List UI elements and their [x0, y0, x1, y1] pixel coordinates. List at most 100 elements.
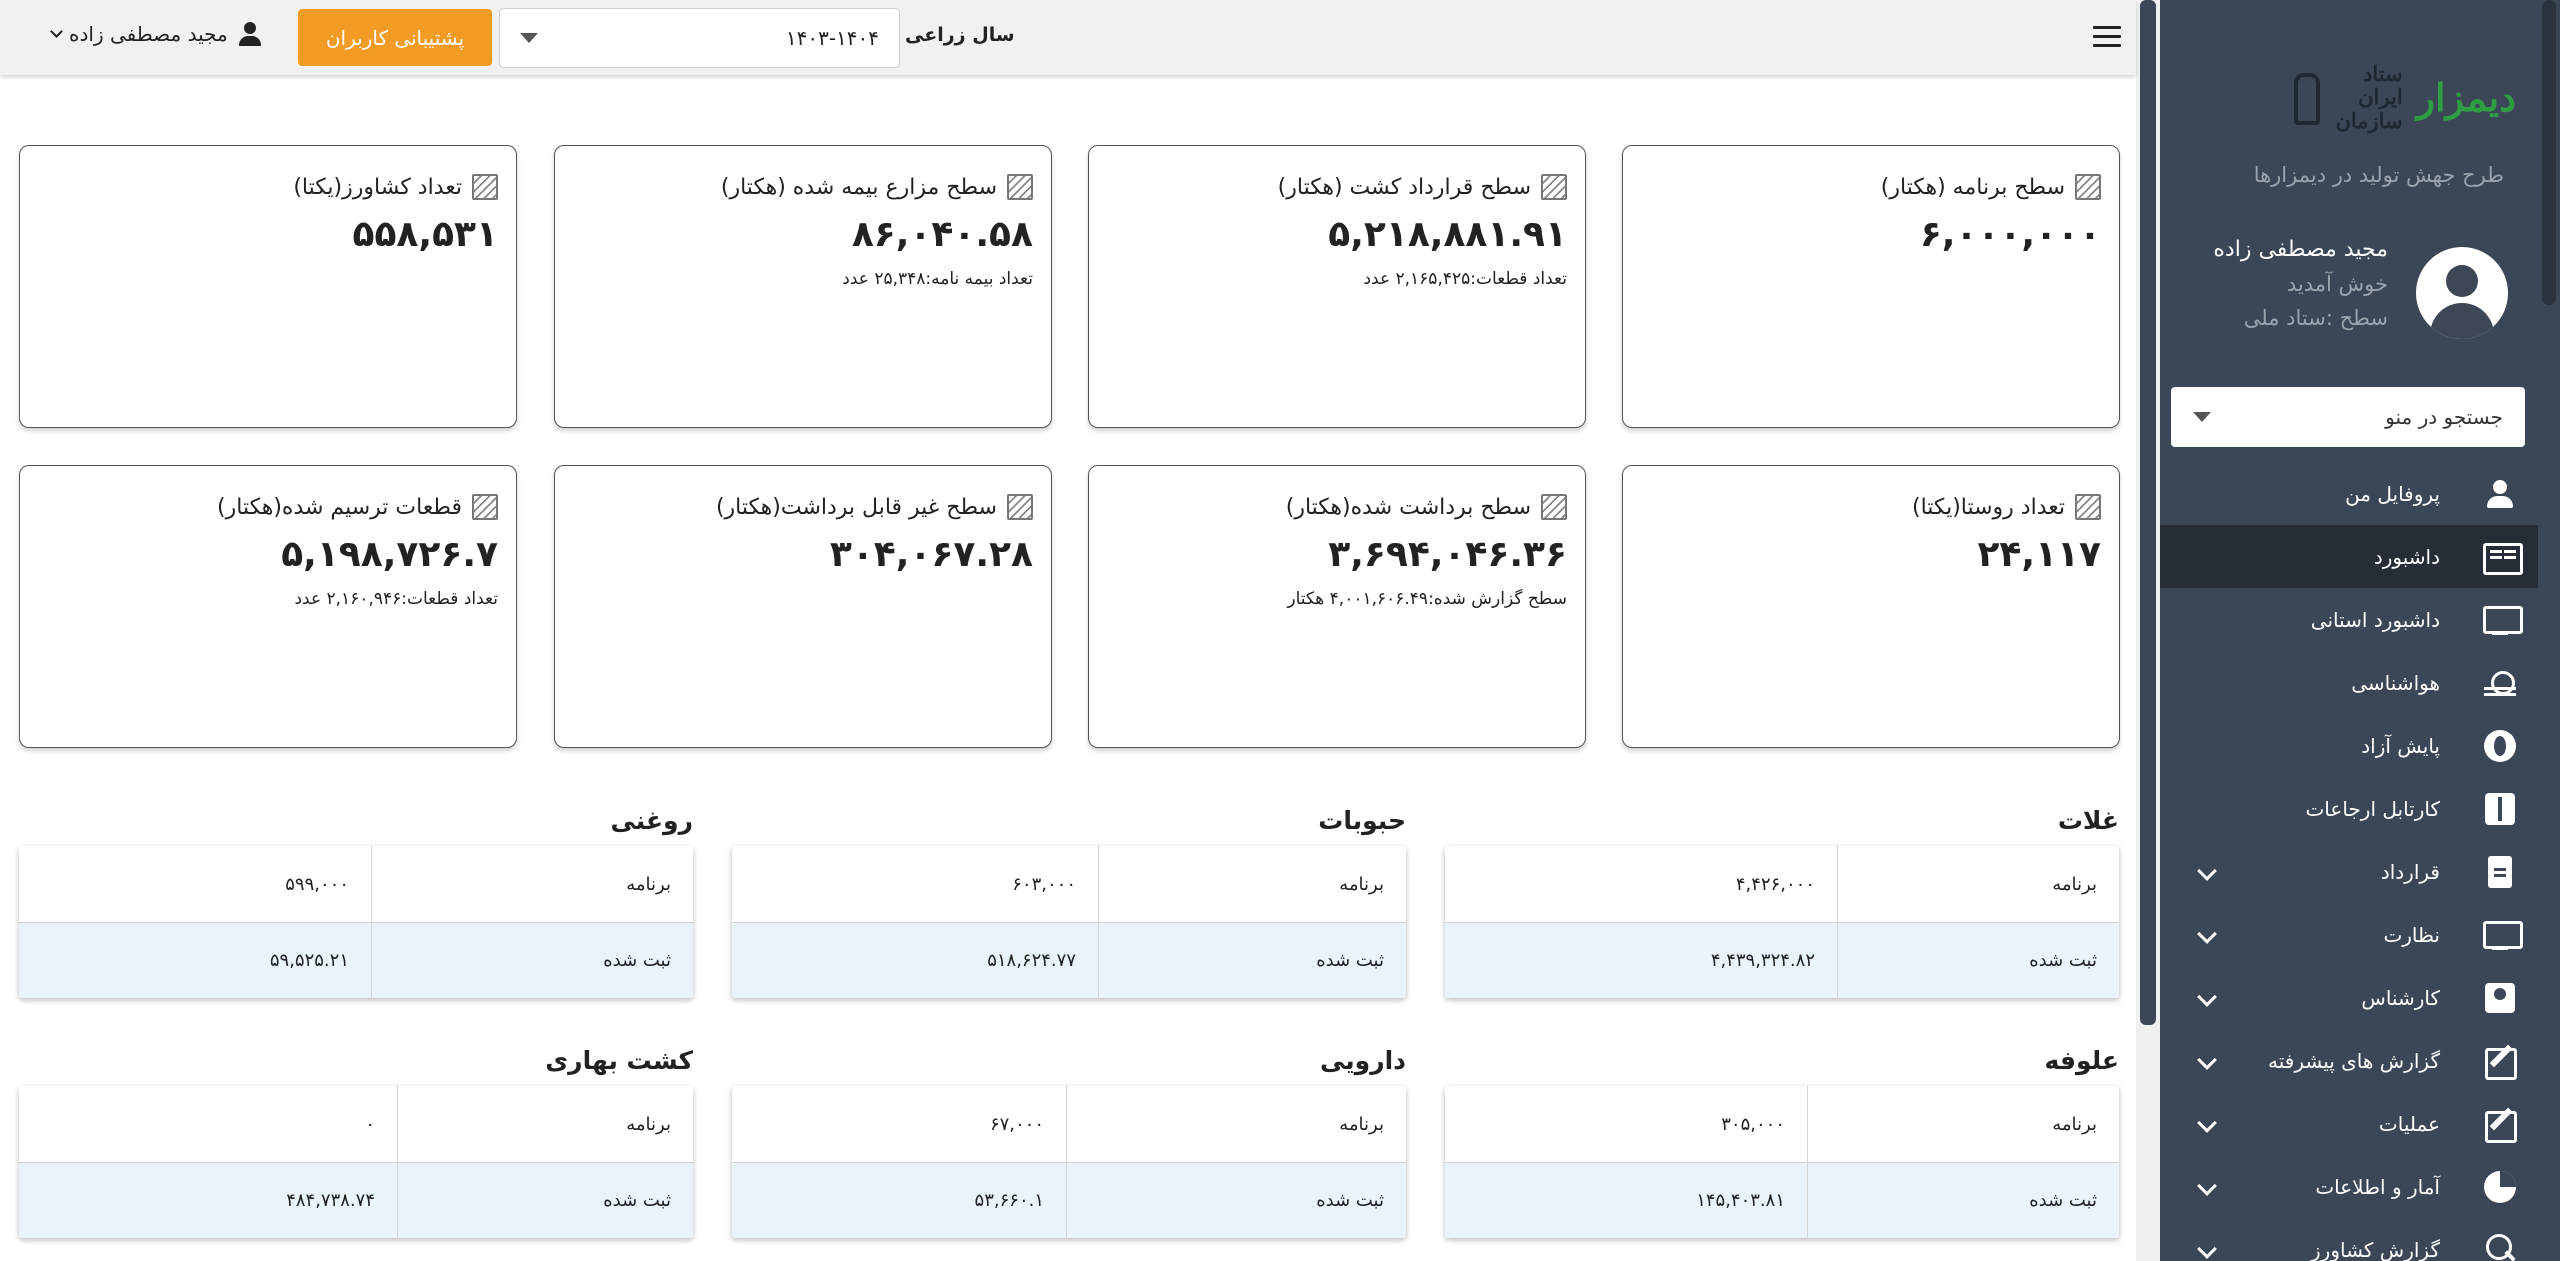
row-value: ۵۱۸,۶۲۴.۷۷: [987, 950, 1076, 971]
card-title: قطعات ترسیم شده(هکتار): [217, 494, 462, 520]
row-value: ۵۹,۵۲۵.۲۱: [269, 950, 349, 971]
card-value: ۳,۶۹۴,۰۴۶.۳۶: [1328, 534, 1567, 575]
row-label: ثبت شده: [1807, 1163, 2119, 1238]
sidebar-item-label: قرارداد: [2380, 859, 2440, 884]
row-value: ۱۴۵,۴۰۳.۸۱: [1696, 1190, 1785, 1211]
row-label: برنامه: [1066, 1086, 1406, 1162]
sidebar-item-contract[interactable]: قرارداد: [2160, 840, 2538, 903]
card-subtext: تعداد بیمه نامه:۲۵,۳۴۸ عدد: [842, 269, 1033, 289]
row-value: ۶۷,۰۰۰: [989, 1113, 1044, 1135]
hatched-square-icon: [1007, 494, 1033, 520]
profile-panel: مجید مصطفی زاده خوش آمدید سطح :ستاد ملی: [2190, 237, 2508, 347]
card-value: ۵,۲۱۸,۸۸۱.۹۱: [1328, 214, 1567, 255]
row-label: ثبت شده: [397, 1163, 693, 1238]
sidebar-item-free-monitoring[interactable]: پایش آزاد: [2160, 714, 2538, 777]
sidebar-item-label: داشبورد: [2373, 544, 2440, 569]
table-row: برنامه ۶۰۳,۰۰۰: [732, 846, 1406, 922]
row-value: ۵۳,۶۶۰.۱: [974, 1190, 1044, 1211]
menu-search-select[interactable]: جستجو در منو: [2171, 387, 2525, 447]
sidebar-item-label: گزارش های پیشرفته: [2268, 1048, 2440, 1073]
app-logo: دیمزار ستاد ایران سازمان: [2286, 62, 2516, 132]
table-row: برنامه ۶۷,۰۰۰: [732, 1086, 1406, 1162]
dashboard-icon: [2482, 539, 2523, 575]
edit-icon: [2482, 1043, 2518, 1080]
row-label: برنامه: [1837, 846, 2119, 922]
row-label: برنامه: [1807, 1086, 2119, 1162]
user-menu[interactable]: مجید مصطفی زاده: [50, 20, 264, 48]
card-value: ۵۵۸,۵۳۱: [352, 214, 498, 255]
sidebar-item-dashboard[interactable]: داشبورد: [2160, 525, 2538, 588]
hamburger-menu-icon[interactable]: [2093, 26, 2121, 48]
category-title-forage: علوفه: [2044, 1046, 2120, 1075]
row-value: ۵۹۹,۰۰۰: [285, 873, 349, 895]
person-icon: [2482, 476, 2518, 512]
main-scrollbar-thumb[interactable]: [2140, 0, 2156, 1025]
row-value: ۴,۴۳۹,۳۲۴.۸۲: [1710, 950, 1815, 971]
user-name: مجید مصطفی زاده: [69, 22, 228, 46]
sidebar-item-advanced-reports[interactable]: گزارش های پیشرفته: [2160, 1029, 2538, 1092]
hatched-square-icon: [1541, 494, 1567, 520]
card-value: ۲۴,۱۱۷: [1977, 534, 2101, 575]
row-label: ثبت شده: [1098, 923, 1406, 998]
table-row: ثبت شده ۵۹,۵۲۵.۲۱: [19, 922, 693, 998]
row-value: ۳۰۵,۰۰۰: [1721, 1113, 1785, 1135]
table-row: ثبت شده ۱۴۵,۴۰۳.۸۱: [1445, 1162, 2119, 1238]
stat-card-village-count: تعداد روستا(یکتا) ۲۴,۱۱۷: [1622, 465, 2120, 748]
pie-chart-icon: [2482, 1169, 2518, 1205]
card-value: ۵,۱۹۸,۷۲۶.۷: [281, 534, 498, 575]
category-table-medicinal: برنامه ۶۷,۰۰۰ ثبت شده ۵۳,۶۶۰.۱: [732, 1086, 1406, 1238]
chevron-down-icon: [2197, 1176, 2217, 1196]
category-table-oilseeds: برنامه ۵۹۹,۰۰۰ ثبت شده ۵۹,۵۲۵.۲۱: [19, 846, 693, 998]
search-icon: [2482, 1232, 2518, 1261]
sidebar-item-label: آمار و اطلاعات: [2315, 1174, 2440, 1199]
sidebar-item-weather[interactable]: هواشناسی: [2160, 651, 2538, 714]
card-subtext: تعداد قطعات:۲,۱۶۵,۴۲۵ عدد: [1363, 269, 1567, 289]
sidebar-item-profile[interactable]: پروفایل من: [2160, 462, 2538, 525]
sidebar-item-label: نظارت: [2383, 922, 2440, 947]
sidebar-item-operations[interactable]: عملیات: [2160, 1092, 2538, 1155]
card-title: تعداد روستا(یکتا): [1912, 494, 2065, 520]
chevron-down-icon: [2197, 1050, 2217, 1070]
hatched-square-icon: [1007, 174, 1033, 200]
sidebar-scrollbar[interactable]: [2538, 0, 2560, 1261]
chevron-down-icon: [2197, 924, 2217, 944]
row-label: ثبت شده: [1837, 923, 2119, 998]
sidebar-item-statistics[interactable]: آمار و اطلاعات: [2160, 1155, 2538, 1218]
card-subtext: سطح گزارش شده:۴,۰۰۱,۶۰۶.۴۹ هکتار: [1287, 589, 1567, 609]
hatched-square-icon: [2075, 174, 2101, 200]
user-support-button[interactable]: پشتیبانی کاربران: [298, 9, 492, 66]
chevron-down-icon: [2197, 861, 2217, 881]
crop-year-select[interactable]: ۱۴۰۳-۱۴۰۴: [499, 8, 900, 68]
category-table-cereals: برنامه ۴,۴۲۶,۰۰۰ ثبت شده ۴,۴۳۹,۳۲۴.۸۲: [1445, 846, 2119, 998]
table-row: برنامه ۰: [19, 1086, 693, 1162]
sidebar-menu: پروفایل من داشبورد داشبورد استانی هواشنا…: [2160, 462, 2538, 1261]
category-title-cereals: غلات: [2057, 806, 2119, 835]
sidebar-item-provincial-dashboard[interactable]: داشبورد استانی: [2160, 588, 2538, 651]
document-icon: [2482, 854, 2518, 890]
sidebar-item-referrals[interactable]: کارتابل ارجاعات: [2160, 777, 2538, 840]
sidebar-item-label: هواشناسی: [2351, 670, 2440, 695]
sidebar-item-farmer-report[interactable]: گزارش کشاورز: [2160, 1218, 2538, 1261]
row-value: ۶۰۳,۰۰۰: [1012, 873, 1076, 895]
sidebar-item-supervision[interactable]: نظارت: [2160, 903, 2538, 966]
table-row: برنامه ۴,۴۲۶,۰۰۰: [1445, 846, 2119, 922]
stat-card-unharvestable-area: سطح غیر قابل برداشت(هکتار) ۳۰۴,۰۶۷.۲۸: [554, 465, 1052, 748]
category-title-legumes: حبوبات: [1318, 806, 1406, 835]
row-label: برنامه: [371, 846, 693, 922]
stat-card-harvested-area: سطح برداشت شده(هکتار) ۳,۶۹۴,۰۴۶.۳۶ سطح گ…: [1088, 465, 1586, 748]
table-row: ثبت شده ۵۱۸,۶۲۴.۷۷: [732, 922, 1406, 998]
hatched-square-icon: [472, 174, 498, 200]
card-title: سطح مزارع بیمه شده (هکتار): [720, 174, 997, 200]
category-title-oilseeds: روغنی: [610, 806, 693, 835]
monitor-icon: [2482, 917, 2523, 953]
emblem-icon: [2286, 69, 2321, 125]
chevron-down-icon: [2197, 987, 2217, 1007]
crop-year-value: ۱۴۰۳-۱۴۰۴: [785, 26, 879, 50]
logo-brand: دیمزار: [2416, 74, 2516, 120]
edit-icon: [2482, 1106, 2518, 1143]
card-title: سطح برداشت شده(هکتار): [1285, 494, 1531, 520]
sidebar-scrollbar-thumb[interactable]: [2542, 0, 2556, 305]
card-value: ۶,۰۰۰,۰۰۰: [1919, 214, 2101, 255]
sidebar-item-expert[interactable]: کارشناس: [2160, 966, 2538, 1029]
card-subtext: تعداد قطعات:۲,۱۶۰,۹۴۶ عدد: [294, 589, 498, 609]
